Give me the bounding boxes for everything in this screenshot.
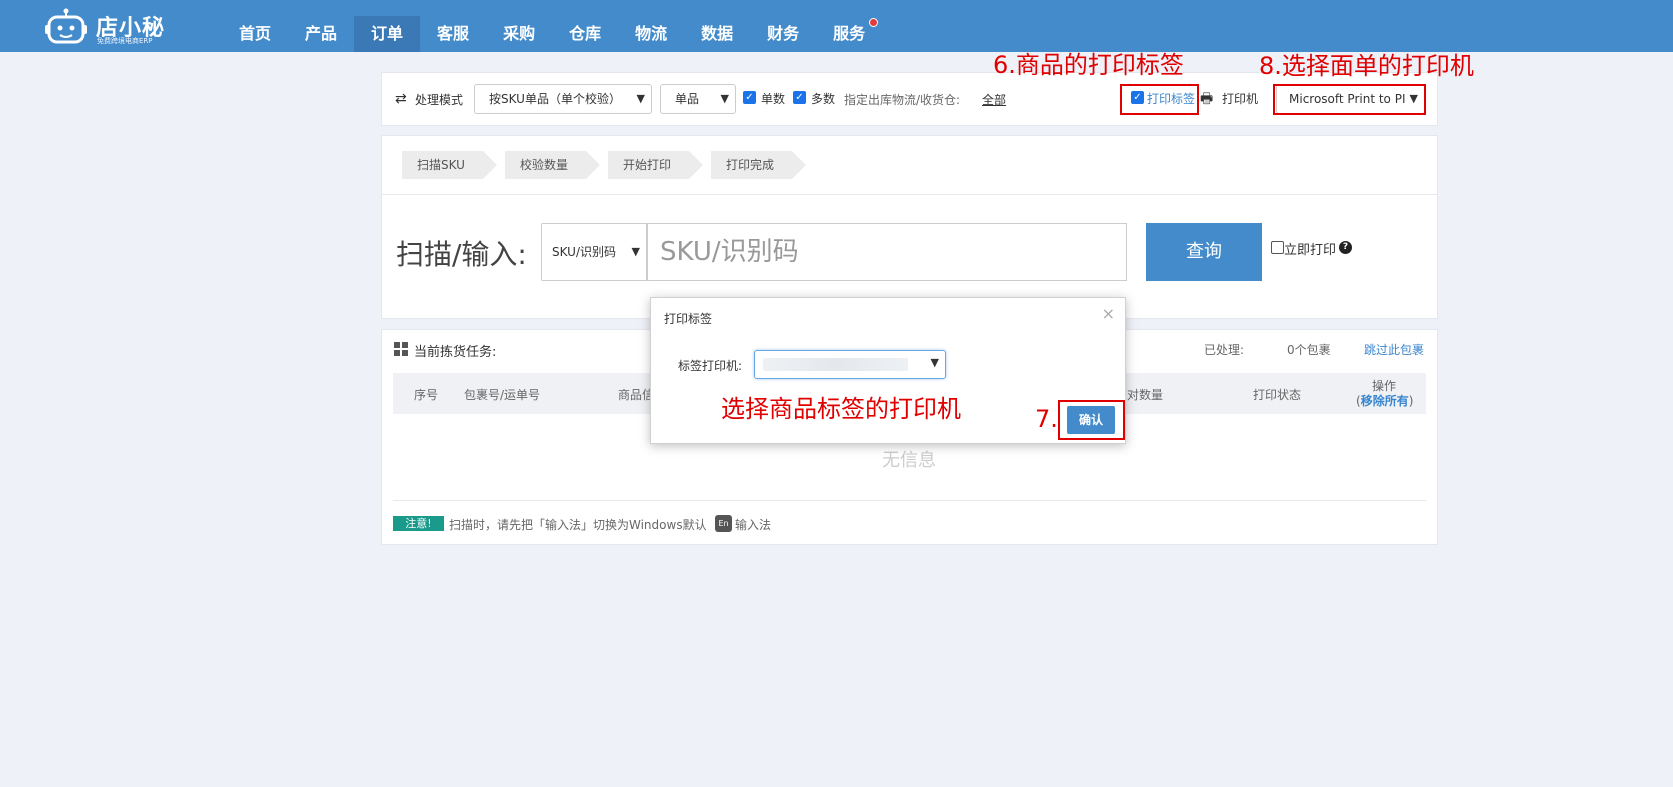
col-print-status: 打印状态 bbox=[1253, 388, 1302, 402]
note-text: 扫描时，请先把「输入法」切换为Windows默认 bbox=[449, 518, 707, 532]
chevron-down-icon: ▼ bbox=[720, 92, 729, 105]
chevron-down-icon: ▼ bbox=[636, 92, 645, 105]
annotation-step7: 7. bbox=[1035, 405, 1058, 433]
item-type-select[interactable]: 单品 ▼ bbox=[660, 84, 736, 114]
process-mode-value: 按SKU单品（单个校验） bbox=[489, 92, 621, 106]
nav-item-logistics[interactable]: 物流 bbox=[618, 16, 684, 52]
nav-item-finance[interactable]: 财务 bbox=[750, 16, 816, 52]
top-nav-bar: 店小秘 免费跨境电商ERP 首页 产品 订单 客服 采购 仓库 物流 数据 财务… bbox=[0, 0, 1673, 52]
col-action-paren: (移除所有) bbox=[1356, 394, 1414, 408]
nav-item-purchase[interactable]: 采购 bbox=[486, 16, 552, 52]
nav-item-services-label: 服务 bbox=[833, 24, 866, 43]
scan-panel: 扫描SKU 校验数量 开始打印 打印完成 扫描/输入: SKU/识别码 ▼ SK… bbox=[381, 135, 1438, 319]
multi-count-label: 多数 bbox=[811, 92, 836, 106]
multi-count-checkbox[interactable]: ✓ bbox=[793, 91, 806, 104]
switch-mode-icon: ⇄ bbox=[395, 91, 407, 107]
nav-item-orders[interactable]: 订单 bbox=[354, 16, 421, 52]
highlight-confirm-button bbox=[1058, 400, 1125, 440]
progress-steps: 扫描SKU 校验数量 开始打印 打印完成 bbox=[402, 151, 814, 179]
scan-label: 扫描/输入: bbox=[396, 238, 527, 271]
nav-item-service[interactable]: 客服 bbox=[420, 16, 486, 52]
step-verify-qty: 校验数量 bbox=[504, 151, 600, 179]
annotation-select-label-printer: 选择商品标签的打印机 bbox=[721, 395, 961, 423]
highlight-waybill-printer bbox=[1273, 84, 1426, 115]
note-suffix: 输入法 bbox=[735, 518, 772, 532]
query-button[interactable]: 查询 bbox=[1146, 223, 1262, 281]
process-mode-select[interactable]: 按SKU单品（单个校验） ▼ bbox=[474, 84, 652, 114]
chevron-down-icon: ▼ bbox=[930, 356, 939, 369]
print-now-checkbox[interactable] bbox=[1271, 241, 1284, 254]
nav-item-warehouse[interactable]: 仓库 bbox=[552, 16, 618, 52]
step-print-done: 打印完成 bbox=[710, 151, 807, 179]
blurred-printer-value bbox=[763, 358, 908, 371]
input-method-en-badge: En bbox=[715, 515, 732, 532]
print-now-label: 立即打印 bbox=[1284, 243, 1337, 258]
skip-package-link[interactable]: 跳过此包裹 bbox=[1364, 341, 1424, 358]
grid-icon bbox=[394, 342, 408, 356]
help-icon[interactable]: ? bbox=[1339, 241, 1352, 254]
warehouse-all-link[interactable]: 全部 bbox=[982, 91, 1006, 108]
close-icon[interactable]: × bbox=[1102, 304, 1115, 323]
scan-type-value: SKU/识别码 bbox=[552, 245, 616, 259]
item-type-value: 单品 bbox=[675, 92, 700, 106]
note-badge: 注意! bbox=[393, 516, 444, 531]
robot-logo-icon bbox=[45, 8, 87, 44]
step-scan-sku: 扫描SKU bbox=[402, 151, 497, 179]
col-index: 序号 bbox=[414, 388, 439, 402]
sku-input-placeholder: SKU/识别码 bbox=[660, 237, 799, 267]
main-nav: 首页 产品 订单 客服 采购 仓库 物流 数据 财务 服务 bbox=[222, 16, 882, 52]
empty-message: 无信息 bbox=[882, 450, 936, 471]
notification-dot bbox=[869, 18, 879, 27]
single-count-checkbox[interactable]: ✓ bbox=[743, 91, 756, 104]
sku-input[interactable]: SKU/识别码 bbox=[647, 223, 1127, 281]
chevron-down-icon: ▼ bbox=[631, 245, 640, 258]
processed-label: 已处理: bbox=[1204, 343, 1245, 357]
label-printer-select[interactable]: ▼ bbox=[754, 350, 946, 379]
nav-item-home[interactable]: 首页 bbox=[222, 16, 288, 52]
col-product-info: 商品信 bbox=[618, 388, 655, 402]
annotation-step6: 6.商品的打印标签 bbox=[993, 51, 1184, 79]
task-title: 当前拣货任务: bbox=[414, 345, 497, 360]
logo[interactable]: 店小秘 免费跨境电商ERP bbox=[44, 4, 174, 48]
warehouse-label: 指定出库物流/收货仓: bbox=[844, 93, 961, 107]
highlight-print-label bbox=[1120, 84, 1199, 115]
divider bbox=[393, 500, 1426, 501]
nav-item-services[interactable]: 服务 bbox=[816, 16, 882, 52]
printer-icon: 🖶 bbox=[1200, 91, 1214, 107]
brand-tagline: 免费跨境电商ERP bbox=[97, 37, 153, 45]
dialog-title: 打印标签 bbox=[664, 312, 713, 326]
step-start-print: 开始打印 bbox=[607, 151, 704, 179]
remove-all-link[interactable]: 移除所有 bbox=[1361, 394, 1409, 408]
col-package-no: 包裹号/运单号 bbox=[464, 388, 541, 402]
col-check-qty: 对数量 bbox=[1127, 388, 1164, 402]
label-printer-label: 标签打印机: bbox=[678, 359, 743, 373]
single-count-label: 单数 bbox=[761, 92, 786, 106]
nav-item-data[interactable]: 数据 bbox=[684, 16, 750, 52]
scan-type-select[interactable]: SKU/识别码 ▼ bbox=[541, 223, 647, 281]
nav-item-products[interactable]: 产品 bbox=[288, 16, 354, 52]
process-mode-label: 处理模式 bbox=[415, 93, 464, 107]
divider bbox=[382, 194, 1437, 195]
annotation-step8: 8.选择面单的打印机 bbox=[1259, 52, 1474, 80]
printer-label: 打印机 bbox=[1222, 92, 1259, 106]
processed-count: 0个包裹 bbox=[1287, 343, 1331, 357]
